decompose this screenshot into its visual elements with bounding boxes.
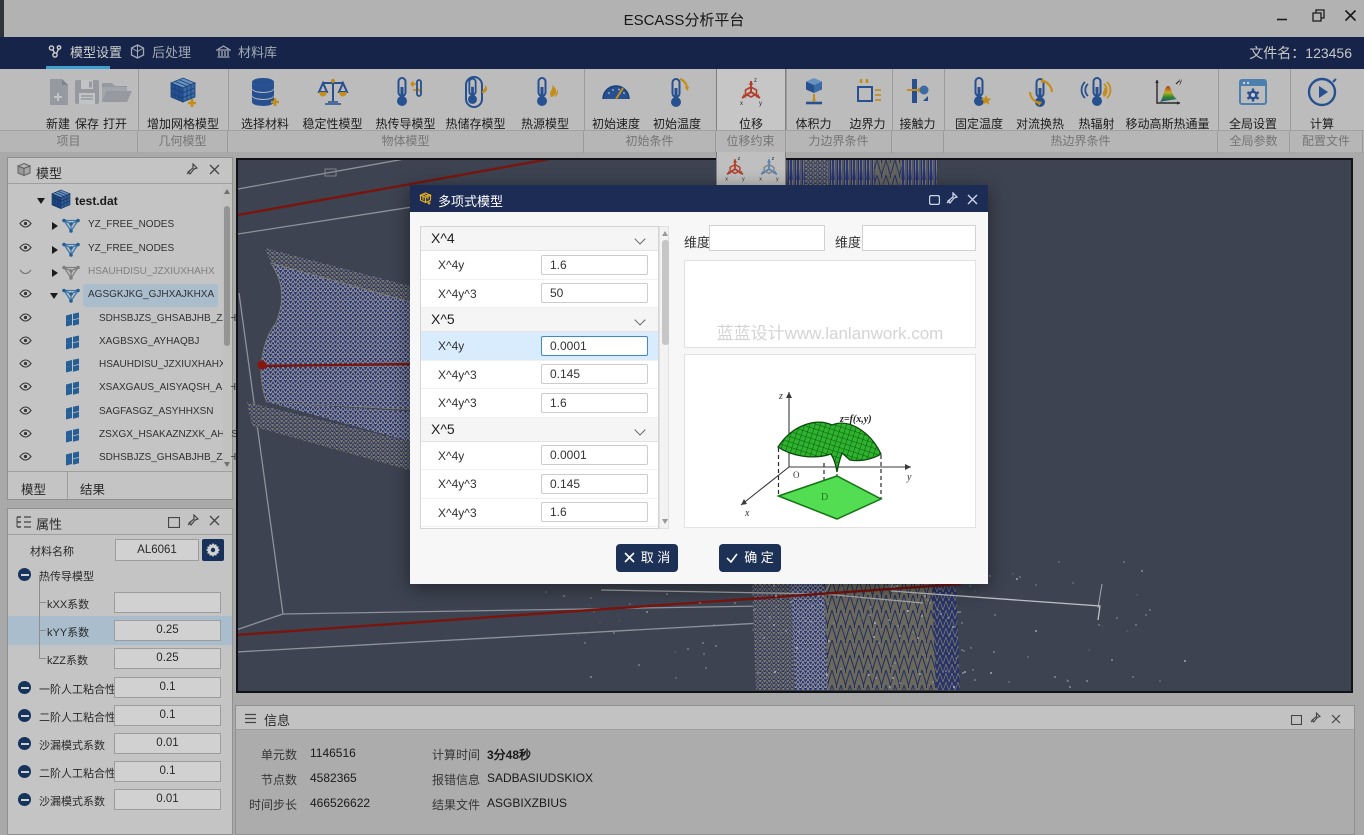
- svg-text:z: z: [778, 391, 783, 402]
- svg-text:D: D: [821, 492, 828, 503]
- svg-text:O: O: [793, 470, 800, 480]
- svg-text:x: x: [744, 508, 750, 519]
- svg-text:y: y: [906, 472, 912, 483]
- svg-text:z=f(x,y): z=f(x,y): [839, 414, 872, 425]
